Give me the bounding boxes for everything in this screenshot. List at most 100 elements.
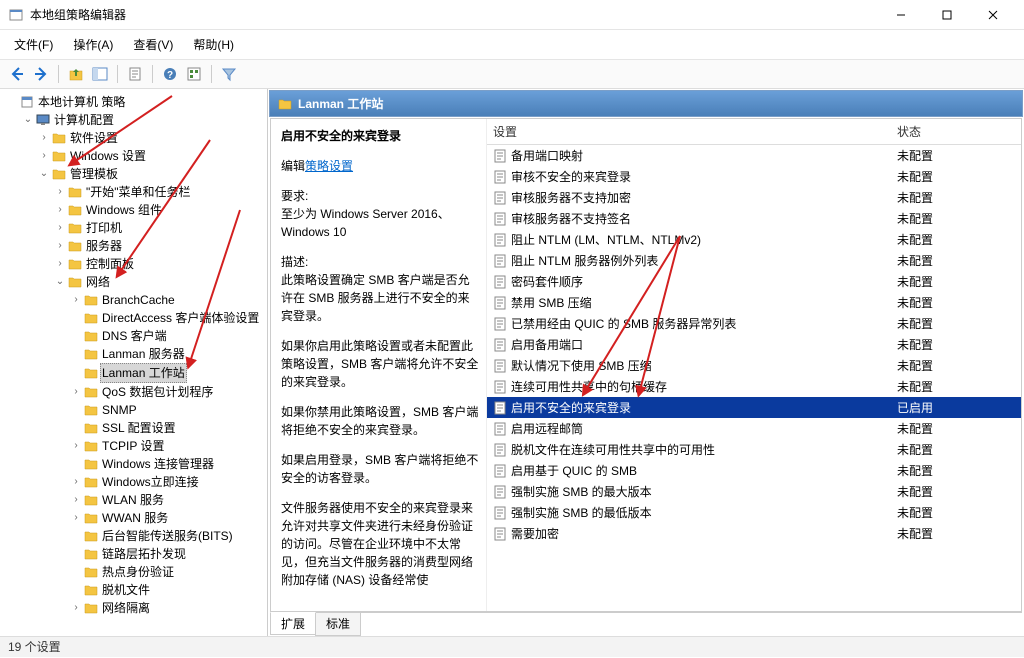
expand-icon[interactable]: › <box>70 509 82 527</box>
setting-row[interactable]: 强制实施 SMB 的最大版本未配置 <box>487 481 1021 502</box>
all-settings-button[interactable] <box>183 63 205 85</box>
tree-qos[interactable]: ›QoS 数据包计划程序 <box>68 383 267 401</box>
tree-lanman-server[interactable]: Lanman 服务器 <box>68 345 267 363</box>
tree-win-now[interactable]: ›Windows立即连接 <box>68 473 267 491</box>
setting-name: 连续可用性共享中的句柄缓存 <box>511 378 667 395</box>
tree-computer-config[interactable]: ⌄ 计算机配置 <box>20 111 267 129</box>
setting-row[interactable]: 启用不安全的来宾登录已启用 <box>487 397 1021 418</box>
setting-name: 启用远程邮筒 <box>511 420 583 437</box>
setting-row[interactable]: 需要加密未配置 <box>487 523 1021 544</box>
setting-row[interactable]: 连续可用性共享中的句柄缓存未配置 <box>487 376 1021 397</box>
tree-wlan[interactable]: ›WLAN 服务 <box>68 491 267 509</box>
setting-row[interactable]: 密码套件顺序未配置 <box>487 271 1021 292</box>
filter-button[interactable] <box>218 63 240 85</box>
up-button[interactable] <box>65 63 87 85</box>
tree-lltd[interactable]: 链路层拓扑发现 <box>68 545 267 563</box>
tab-extended[interactable]: 扩展 <box>270 612 316 635</box>
setting-row[interactable]: 阻止 NTLM (LM、NTLM、NTLMv2)未配置 <box>487 229 1021 250</box>
tree-lanman-workstation[interactable]: Lanman 工作站 <box>68 363 267 383</box>
expand-icon[interactable]: › <box>70 383 82 401</box>
tree-printers[interactable]: ›打印机 <box>52 219 267 237</box>
setting-name: 阻止 NTLM (LM、NTLM、NTLMv2) <box>511 231 701 248</box>
setting-name: 密码套件顺序 <box>511 273 583 290</box>
help-button[interactable]: ? <box>159 63 181 85</box>
tree-snmp[interactable]: SNMP <box>68 401 267 419</box>
collapse-icon[interactable]: ⌄ <box>54 273 66 291</box>
tree-tcpip[interactable]: ›TCPIP 设置 <box>68 437 267 455</box>
policy-icon <box>20 95 34 109</box>
expand-icon[interactable]: › <box>70 437 82 455</box>
expand-icon[interactable]: › <box>54 255 66 273</box>
tree-control-panel[interactable]: ›控制面板 <box>52 255 267 273</box>
collapse-icon[interactable]: ⌄ <box>38 165 50 183</box>
tree-ssl[interactable]: SSL 配置设置 <box>68 419 267 437</box>
setting-row[interactable]: 脱机文件在连续可用性共享中的可用性未配置 <box>487 439 1021 460</box>
setting-state: 未配置 <box>891 440 1021 459</box>
folder-icon <box>68 275 82 289</box>
tree-pane[interactable]: 本地计算机 策略 ⌄ 计算机配置 ›软件设置 ›Windows 设置 <box>0 89 268 636</box>
minimize-button[interactable] <box>878 0 924 30</box>
tree-bits[interactable]: 后台智能传送服务(BITS) <box>68 527 267 545</box>
expand-icon[interactable]: › <box>70 491 82 509</box>
tree-conn-mgr[interactable]: Windows 连接管理器 <box>68 455 267 473</box>
setting-row[interactable]: 审核服务器不支持加密未配置 <box>487 187 1021 208</box>
list-body[interactable]: 备用端口映射未配置审核不安全的来宾登录未配置审核服务器不支持加密未配置审核服务器… <box>487 145 1021 611</box>
show-hide-tree-button[interactable] <box>89 63 111 85</box>
tree-win-components[interactable]: ›Windows 组件 <box>52 201 267 219</box>
setting-row[interactable]: 启用基于 QUIC 的 SMB未配置 <box>487 460 1021 481</box>
tree-software[interactable]: ›软件设置 <box>36 129 267 147</box>
tree-start-menu[interactable]: ›"开始"菜单和任务栏 <box>52 183 267 201</box>
close-button[interactable] <box>970 0 1016 30</box>
properties-button[interactable] <box>124 63 146 85</box>
expand-icon[interactable]: › <box>54 183 66 201</box>
folder-icon <box>84 329 98 343</box>
tree-servers[interactable]: ›服务器 <box>52 237 267 255</box>
tab-standard[interactable]: 标准 <box>315 613 361 636</box>
expand-icon[interactable]: › <box>54 237 66 255</box>
setting-row[interactable]: 已禁用经由 QUIC 的 SMB 服务器异常列表未配置 <box>487 313 1021 334</box>
tree-root[interactable]: 本地计算机 策略 <box>4 93 267 111</box>
collapse-icon[interactable]: ⌄ <box>22 111 34 129</box>
setting-state: 未配置 <box>891 314 1021 333</box>
expand-icon[interactable]: › <box>54 219 66 237</box>
tree-network[interactable]: ⌄网络 <box>52 273 267 291</box>
setting-row[interactable]: 启用远程邮筒未配置 <box>487 418 1021 439</box>
menu-view[interactable]: 查看(V) <box>129 34 177 55</box>
tree-admin-templates[interactable]: ⌄管理模板 <box>36 165 267 183</box>
expand-icon[interactable]: › <box>38 129 50 147</box>
menu-help[interactable]: 帮助(H) <box>189 34 238 55</box>
tree-wwan[interactable]: ›WWAN 服务 <box>68 509 267 527</box>
tree-dns-client[interactable]: DNS 客户端 <box>68 327 267 345</box>
tree-isolation[interactable]: ›网络隔离 <box>68 599 267 617</box>
folder-icon <box>68 203 82 217</box>
setting-row[interactable]: 阻止 NTLM 服务器例外列表未配置 <box>487 250 1021 271</box>
menu-file[interactable]: 文件(F) <box>10 34 57 55</box>
tree-branchcache[interactable]: ›BranchCache <box>68 291 267 309</box>
expand-icon[interactable]: › <box>70 473 82 491</box>
tree-windows-settings[interactable]: ›Windows 设置 <box>36 147 267 165</box>
setting-row[interactable]: 启用备用端口未配置 <box>487 334 1021 355</box>
expand-icon[interactable]: › <box>54 201 66 219</box>
column-state[interactable]: 状态 <box>891 119 1021 144</box>
setting-row[interactable]: 强制实施 SMB 的最低版本未配置 <box>487 502 1021 523</box>
forward-button[interactable] <box>30 63 52 85</box>
tree-hotspot[interactable]: 热点身份验证 <box>68 563 267 581</box>
back-button[interactable] <box>6 63 28 85</box>
column-setting[interactable]: 设置 <box>487 119 891 144</box>
edit-policy-link[interactable]: 策略设置 <box>305 159 353 173</box>
expand-icon[interactable]: › <box>70 599 82 617</box>
setting-row[interactable]: 审核不安全的来宾登录未配置 <box>487 166 1021 187</box>
setting-row[interactable]: 禁用 SMB 压缩未配置 <box>487 292 1021 313</box>
setting-state: 未配置 <box>891 293 1021 312</box>
tree-offline[interactable]: 脱机文件 <box>68 581 267 599</box>
menu-action[interactable]: 操作(A) <box>69 34 117 55</box>
expand-icon[interactable]: › <box>70 291 82 309</box>
folder-icon <box>84 421 98 435</box>
expand-icon[interactable]: › <box>38 147 50 165</box>
setting-row[interactable]: 审核服务器不支持签名未配置 <box>487 208 1021 229</box>
setting-row[interactable]: 备用端口映射未配置 <box>487 145 1021 166</box>
maximize-button[interactable] <box>924 0 970 30</box>
folder-icon <box>84 457 98 471</box>
setting-row[interactable]: 默认情况下使用 SMB 压缩未配置 <box>487 355 1021 376</box>
tree-directaccess[interactable]: DirectAccess 客户端体验设置 <box>68 309 267 327</box>
